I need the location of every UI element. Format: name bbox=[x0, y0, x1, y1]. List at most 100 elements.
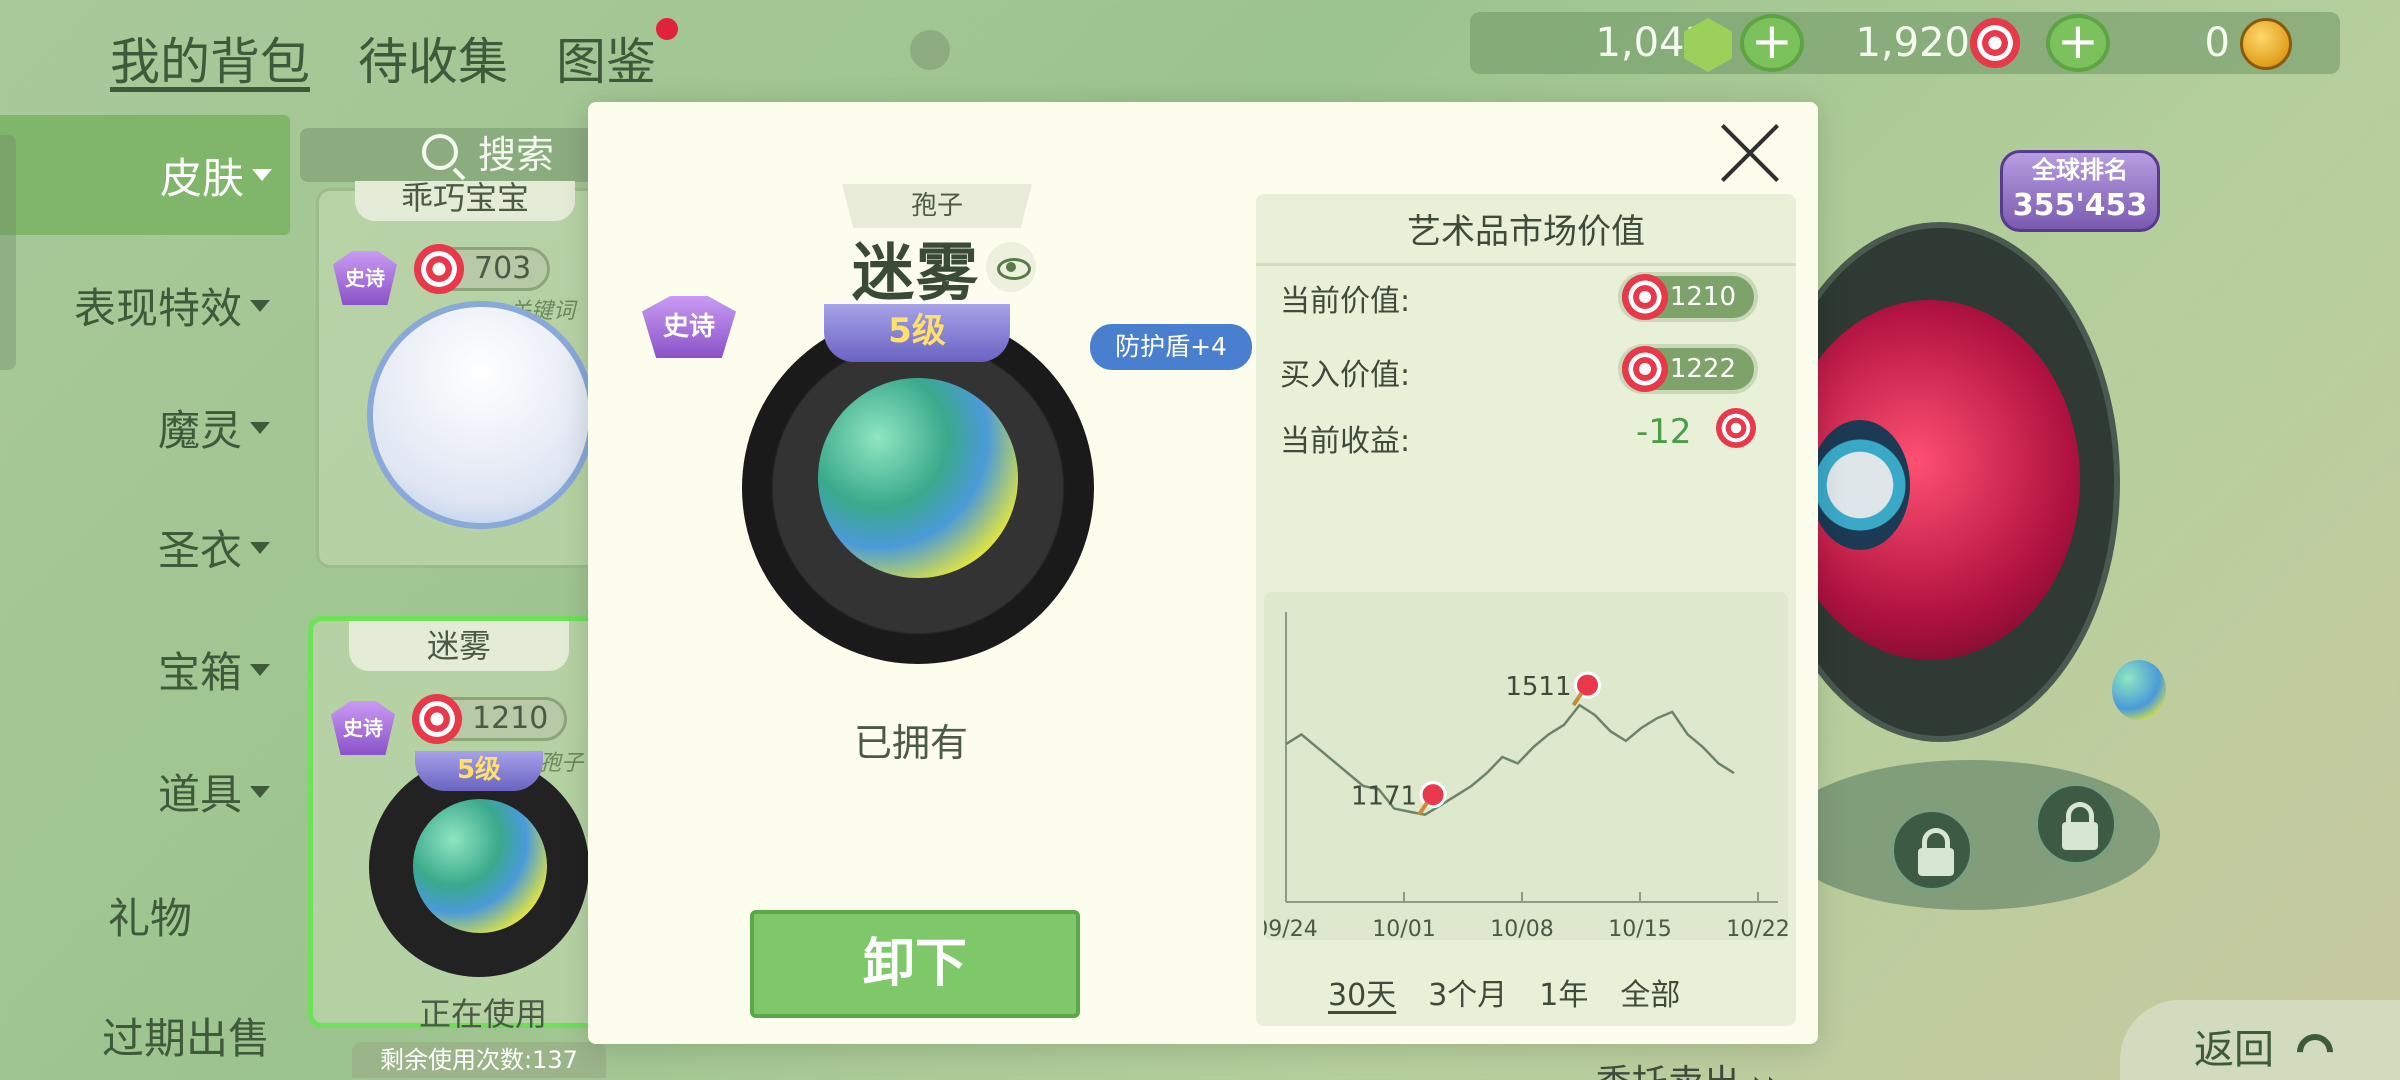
epic-badge: 史诗 bbox=[331, 701, 395, 755]
top-tabs: 我的背包 待收集 图鉴 bbox=[110, 18, 678, 94]
sidebar-item-spirit[interactable]: 魔灵 bbox=[158, 397, 270, 458]
consign-sell-link[interactable]: 委托卖出 ›› bbox=[1596, 1054, 1780, 1080]
sidebar-item-label: 皮肤 bbox=[159, 153, 244, 203]
owned-status: 已拥有 bbox=[854, 721, 969, 765]
caret-down-icon bbox=[250, 299, 270, 312]
lock-slot-button[interactable] bbox=[1890, 808, 1974, 892]
in-use-label: 正在使用 bbox=[419, 995, 548, 1033]
sidebar-item-label: 道具 bbox=[157, 770, 242, 819]
sidebar-item-effects[interactable]: 表现特效 bbox=[74, 275, 270, 336]
rank-value: 355'453 bbox=[2012, 188, 2148, 223]
sidebar-item-armor[interactable]: 圣衣 bbox=[158, 517, 270, 578]
sidebar-item-label: 过期出售 bbox=[101, 1014, 270, 1063]
range-tab-3m[interactable]: 3个月 bbox=[1428, 970, 1507, 1014]
unequip-button[interactable]: 卸下 bbox=[750, 910, 1080, 1018]
data-label: 1511 bbox=[1505, 672, 1571, 702]
caret-down-icon bbox=[250, 785, 270, 798]
back-arrow-icon bbox=[2289, 1026, 2341, 1078]
item-detail-dialog: 孢子 迷雾 史诗 5级 防护盾+4 已拥有 卸下 艺术品市场价值 当前价值: 1… bbox=[588, 102, 1818, 1080]
sidebar-item-skin[interactable]: 皮肤 bbox=[0, 115, 290, 235]
data-label: 1171 bbox=[1351, 782, 1417, 812]
sidebar-item-label: 礼物 bbox=[107, 894, 192, 943]
sidebar-item-expired-sale[interactable]: 过期出售 bbox=[102, 1005, 270, 1066]
candy-icon bbox=[1622, 274, 1668, 320]
candy-count: 1,920 bbox=[1855, 20, 1970, 66]
rank-title: 全球排名 bbox=[2032, 156, 2128, 184]
tab-handbook-label: 图鉴 bbox=[556, 33, 656, 91]
sidebar-item-label: 圣衣 bbox=[157, 526, 242, 575]
buy-value-pill: 1222 bbox=[1618, 344, 1758, 394]
price-pill: 703 bbox=[414, 244, 551, 294]
coin-count: 0 bbox=[2204, 20, 2230, 66]
caret-down-icon bbox=[250, 663, 270, 676]
level-badge: 5级 bbox=[415, 751, 543, 791]
lock-slot-button[interactable] bbox=[2034, 782, 2118, 866]
market-value-panel: 艺术品市场价值 当前价值: 1210 买入价值: 1222 当前收益: -12 … bbox=[1256, 194, 1796, 1080]
tab-handbook[interactable]: 图鉴 bbox=[556, 18, 678, 94]
remaining-uses: 剩余使用次数:137 bbox=[352, 1042, 606, 1078]
search-input[interactable]: 搜索 bbox=[300, 128, 600, 182]
sphere-core bbox=[1810, 420, 1910, 550]
level-badge: 5级 bbox=[824, 304, 1010, 362]
gain-value: -12 bbox=[1636, 412, 1692, 452]
epic-badge: 史诗 bbox=[642, 296, 736, 358]
global-rank-badge[interactable]: 全球排名 355'453 bbox=[2000, 150, 2160, 232]
x-tick-label: 10/15 bbox=[1608, 917, 1671, 940]
current-value-pill: 1210 bbox=[1618, 272, 1758, 322]
range-tabs: 30天 3个月 1年 全部 bbox=[1328, 970, 1680, 1014]
price-value: 703 bbox=[474, 251, 532, 286]
decor-dot bbox=[910, 30, 950, 70]
range-tab-all[interactable]: 全部 bbox=[1620, 970, 1680, 1014]
item-orb bbox=[413, 799, 547, 933]
search-icon bbox=[422, 134, 458, 170]
price-pill: 1210 bbox=[412, 694, 568, 744]
current-value-label: 当前价值: bbox=[1280, 284, 1411, 319]
x-tick-label: 10/22 bbox=[1726, 917, 1788, 940]
sidebar-item-gift[interactable]: 礼物 bbox=[108, 885, 192, 946]
price-value: 1210 bbox=[472, 701, 549, 736]
back-button[interactable]: 返回 bbox=[2120, 1000, 2400, 1080]
x-tick-label: 10/01 bbox=[1372, 917, 1435, 940]
coin-icon bbox=[2240, 18, 2292, 70]
category-sidebar: 皮肤 表现特效 魔灵 圣衣 宝箱 道具 礼物 过期出售 bbox=[0, 115, 290, 1080]
buy-value: 1222 bbox=[1669, 354, 1736, 384]
sidebar-scrollbar[interactable] bbox=[0, 135, 16, 370]
x-tick-label: 10/08 bbox=[1490, 917, 1553, 940]
item-name: 迷雾 bbox=[852, 236, 981, 309]
card-title: 乖巧宝宝 bbox=[355, 181, 575, 221]
current-value: 1210 bbox=[1669, 282, 1736, 312]
range-tab-1y[interactable]: 1年 bbox=[1539, 970, 1588, 1014]
market-title: 艺术品市场价值 bbox=[1256, 204, 1796, 266]
sidebar-item-chest[interactable]: 宝箱 bbox=[158, 639, 270, 700]
range-tab-30d[interactable]: 30天 bbox=[1328, 970, 1396, 1014]
buy-value-label: 买入价值: bbox=[1280, 358, 1411, 393]
candy-icon bbox=[414, 244, 464, 294]
price-chart: 09/24 10/01 10/08 10/15 10/22 1171 1511 bbox=[1264, 592, 1788, 940]
epic-badge: 史诗 bbox=[333, 251, 397, 305]
caret-down-icon bbox=[252, 169, 272, 181]
sidebar-item-label: 魔灵 bbox=[157, 406, 242, 455]
price-chart-svg: 09/24 10/01 10/08 10/15 10/22 1171 1511 bbox=[1264, 612, 1788, 940]
tab-to-collect[interactable]: 待收集 bbox=[358, 22, 508, 94]
close-button[interactable] bbox=[1720, 122, 1782, 184]
tab-my-backpack[interactable]: 我的背包 bbox=[110, 22, 310, 94]
sidebar-item-label: 宝箱 bbox=[157, 648, 242, 697]
candy-icon bbox=[1716, 408, 1756, 448]
inventory-card[interactable]: 乖巧宝宝 史诗 703 关键词 bbox=[316, 181, 606, 568]
card-tag: 孢子 bbox=[539, 751, 584, 776]
caret-down-icon bbox=[250, 541, 270, 554]
x-tick-label: 09/24 bbox=[1264, 917, 1318, 940]
notification-dot bbox=[656, 18, 678, 40]
currency-bar: 1,043 + 1,920 + 0 bbox=[1470, 12, 2340, 74]
candy-stick bbox=[1571, 692, 1584, 707]
item-avatar-mushroom bbox=[367, 301, 595, 529]
eye-icon[interactable] bbox=[986, 242, 1036, 292]
caret-down-icon bbox=[250, 421, 270, 434]
search-label: 搜索 bbox=[478, 133, 555, 177]
inventory-card-selected[interactable]: 迷雾 史诗 1210 孢子 5级 正在使用 bbox=[308, 616, 608, 1033]
sidebar-item-props[interactable]: 道具 bbox=[158, 761, 270, 822]
gain-display: -12 bbox=[1636, 408, 1756, 452]
back-label: 返回 bbox=[2194, 1027, 2274, 1073]
sidebar-item-label: 表现特效 bbox=[73, 284, 242, 333]
small-orb-icon[interactable] bbox=[2112, 660, 2166, 720]
